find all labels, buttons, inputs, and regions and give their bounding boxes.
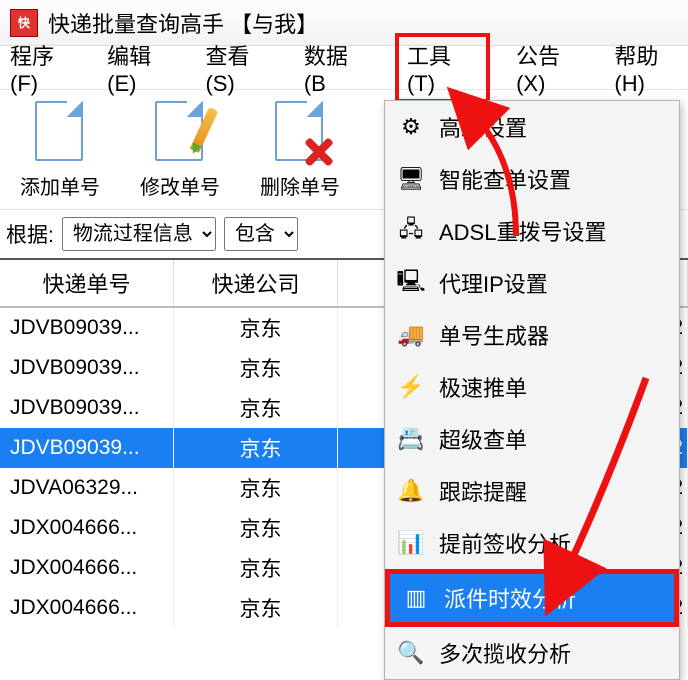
menu-item-label: 多次揽收分析 — [439, 637, 571, 669]
cell-company: 京东 — [174, 428, 338, 468]
app-icon: 快 — [10, 9, 38, 37]
th-company[interactable]: 快递公司 — [174, 260, 338, 306]
filter-label: 根据: — [6, 219, 54, 249]
menu-item-label: 派件时效分析 — [444, 582, 576, 614]
menu-item-icon: 🖥 — [397, 165, 425, 193]
document-edit-icon — [151, 99, 209, 165]
menu-item-icon: 📊 — [397, 529, 425, 557]
tools-menu-item[interactable]: 🖳 代理IP设置 — [385, 257, 679, 309]
menu-item-label: 智能查单设置 — [439, 163, 571, 195]
menu-item-label: 提前签收分析 — [439, 527, 571, 559]
tools-menu-item[interactable]: ⚡ 极速推单 — [385, 361, 679, 413]
menu-help[interactable]: 帮助(H) — [614, 39, 688, 97]
delete-number-button[interactable]: 删除单号 — [260, 99, 340, 200]
add-label: 添加单号 — [20, 171, 100, 200]
cell-company: 京东 — [174, 348, 338, 388]
tools-menu-item[interactable]: 🖧 ADSL重拨号设置 — [385, 205, 679, 257]
tools-menu-item[interactable]: 📊 提前签收分析 — [385, 517, 679, 569]
tools-menu-item[interactable]: 🖥 智能查单设置 — [385, 153, 679, 205]
document-icon — [31, 99, 89, 165]
cell-tracking-no: JDX004666... — [0, 588, 174, 628]
cell-tracking-no: JDVB09039... — [0, 348, 174, 388]
menu-data[interactable]: 数据(B — [304, 39, 369, 97]
menu-item-icon: 🖳 — [397, 269, 425, 297]
filter-op-select[interactable]: 包含 — [224, 217, 298, 251]
tools-menu-item[interactable]: 📇 超级查单 — [385, 413, 679, 465]
modify-number-button[interactable]: 修改单号 — [140, 99, 220, 200]
menu-tools[interactable]: 工具(T) — [395, 33, 490, 103]
cell-tracking-no: JDVB09039... — [0, 428, 174, 468]
tools-menu-item[interactable]: 🔍 多次揽收分析 — [385, 627, 679, 679]
menu-item-icon: 🖧 — [397, 217, 425, 245]
cell-tracking-no: JDX004666... — [0, 508, 174, 548]
tools-menu-item[interactable]: 🚚 单号生成器 — [385, 309, 679, 361]
delete-label: 删除单号 — [260, 171, 340, 200]
menu-item-icon: 🚚 — [397, 321, 425, 349]
cell-company: 京东 — [174, 588, 338, 628]
document-delete-icon — [271, 99, 329, 165]
menu-item-icon: ⚙ — [397, 113, 425, 141]
tools-menu-item[interactable]: 🔔 跟踪提醒 — [385, 465, 679, 517]
cell-tracking-no: JDVB09039... — [0, 388, 174, 428]
th-tracking-no[interactable]: 快递单号 — [0, 260, 174, 306]
cell-company: 京东 — [174, 388, 338, 428]
menu-item-label: 高级设置 — [439, 111, 527, 143]
menu-view[interactable]: 查看(S) — [205, 39, 277, 97]
menu-item-icon: 🔔 — [397, 477, 425, 505]
cell-tracking-no: JDVB09039... — [0, 308, 174, 348]
menu-item-icon: 🔍 — [397, 639, 425, 667]
tools-menu-item[interactable]: ⚙ 高级设置 — [385, 101, 679, 153]
menu-item-label: 代理IP设置 — [439, 267, 548, 299]
modify-label: 修改单号 — [140, 171, 220, 200]
menu-item-icon: 📇 — [397, 425, 425, 453]
cell-company: 京东 — [174, 508, 338, 548]
cell-tracking-no: JDVA06329... — [0, 468, 174, 508]
menu-item-label: 极速推单 — [439, 371, 527, 403]
tools-dropdown: ⚙ 高级设置 🖥 智能查单设置 🖧 ADSL重拨号设置 🖳 代理IP设置 🚚 单号生成器 ⚡ 极速推单… — [384, 100, 680, 680]
menu-edit[interactable]: 编辑(E) — [107, 39, 179, 97]
menu-item-icon: ▥ — [402, 584, 430, 612]
cell-company: 京东 — [174, 548, 338, 588]
menu-notice[interactable]: 公告(X) — [516, 39, 588, 97]
cell-tracking-no: JDX004666... — [0, 548, 174, 588]
menubar: 程序(F) 编辑(E) 查看(S) 数据(B 工具(T) 公告(X) 帮助(H) — [0, 46, 688, 90]
menu-item-icon: ⚡ — [397, 373, 425, 401]
tools-menu-item[interactable]: ▥ 派件时效分析 — [385, 569, 679, 627]
menu-item-label: 超级查单 — [439, 423, 527, 455]
cell-company: 京东 — [174, 308, 338, 348]
menu-item-label: ADSL重拨号设置 — [439, 215, 606, 247]
menu-program[interactable]: 程序(F) — [10, 39, 81, 97]
cell-company: 京东 — [174, 468, 338, 508]
menu-item-label: 跟踪提醒 — [439, 475, 527, 507]
window-title: 快递批量查询高手 【与我】 — [48, 7, 318, 39]
filter-field-select[interactable]: 物流过程信息 — [62, 217, 216, 251]
menu-item-label: 单号生成器 — [439, 319, 549, 351]
add-number-button[interactable]: 添加单号 — [20, 99, 100, 200]
